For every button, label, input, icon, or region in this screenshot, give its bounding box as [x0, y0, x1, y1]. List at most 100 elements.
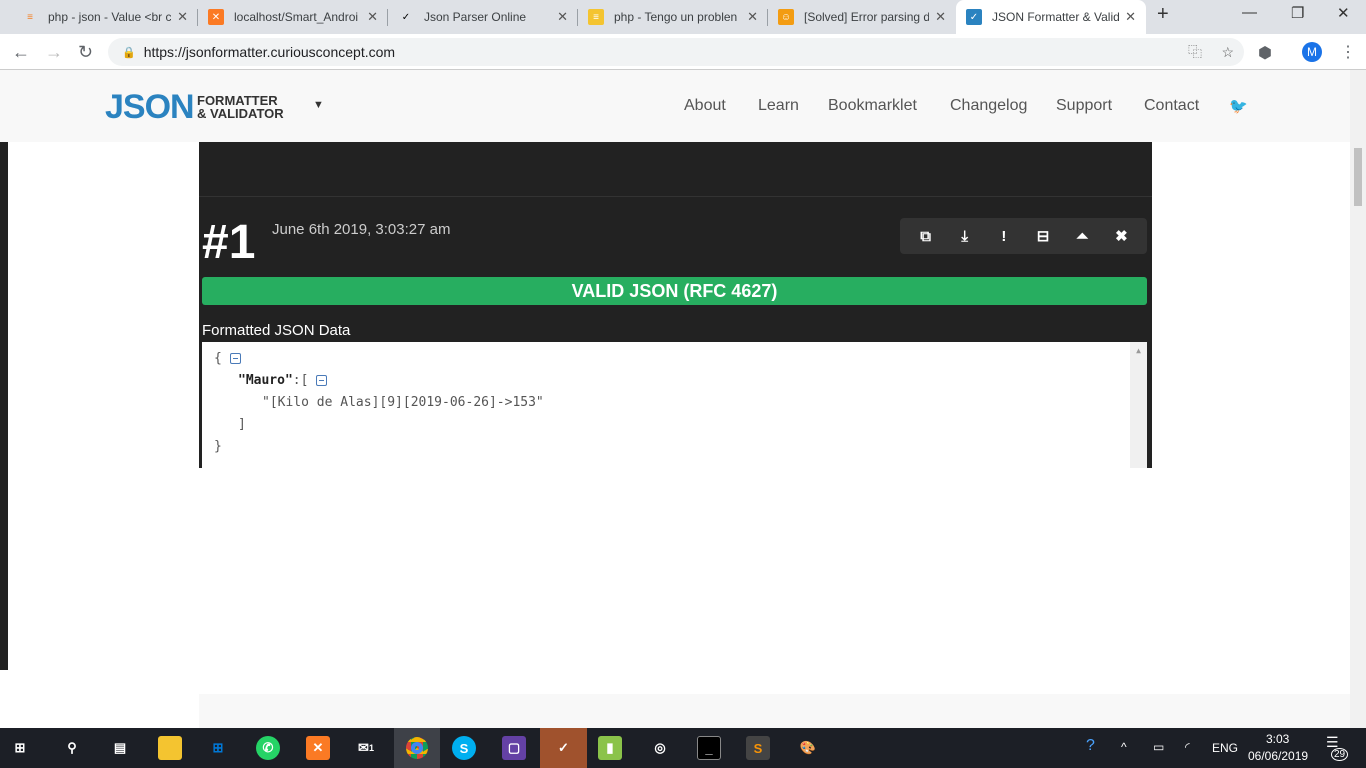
restore-button[interactable]: ❐ [1291, 4, 1304, 22]
stackoverflow-es-icon: ≡ [588, 9, 604, 25]
tab-json-formatter[interactable]: ✓ JSON Formatter & Valid ✕ [956, 0, 1146, 34]
tab-title: Json Parser Online [424, 10, 527, 24]
exclamation-icon[interactable]: ! [994, 228, 1014, 245]
nav-bookmarklet[interactable]: Bookmarklet [828, 97, 917, 115]
brace-close: } [214, 439, 222, 454]
footer-area [199, 694, 1350, 728]
nav-contact[interactable]: Contact [1144, 97, 1199, 115]
ad-placeholder [8, 145, 199, 670]
expand-up-icon[interactable]: ⏶ [1072, 228, 1092, 245]
file-explorer-icon[interactable] [158, 736, 182, 760]
forward-button[interactable]: → [45, 42, 63, 63]
notification-count: 29 [1331, 748, 1349, 761]
nav-changelog[interactable]: Changelog [950, 97, 1027, 115]
tab-json-parser[interactable]: ✓ Json Parser Online ✕ [388, 0, 578, 34]
lock-icon: 🔒 [122, 46, 136, 59]
tab-title: php - Tengo un problen [614, 10, 738, 24]
language-indicator[interactable]: ENG [1212, 741, 1238, 755]
store-icon[interactable]: ⊞ [206, 736, 230, 760]
logo[interactable]: JSON [105, 88, 195, 127]
android-studio-icon[interactable]: ✓ [540, 728, 587, 768]
clock-date[interactable]: 06/06/2019 [1248, 749, 1308, 763]
menu-kebab-icon[interactable]: ⋮ [1340, 42, 1356, 62]
formatted-label: Formatted JSON Data [202, 322, 351, 339]
tab-solved-error[interactable]: ☺ [Solved] Error parsing d ✕ [768, 0, 956, 34]
tab-localhost[interactable]: ✕ localhost/Smart_Androi ✕ [198, 0, 388, 34]
divider [199, 196, 1152, 197]
close-tab-icon[interactable]: ✕ [1125, 9, 1136, 25]
tab-title: localhost/Smart_Androi [234, 10, 359, 24]
reload-button[interactable]: ↻ [78, 42, 93, 63]
result-timestamp: June 6th 2019, 3:03:27 am [272, 221, 451, 238]
close-tab-icon[interactable]: ✕ [747, 9, 758, 25]
result-number: #1 [202, 216, 256, 269]
windows-start-icon[interactable]: ⊞ [8, 736, 32, 760]
tab-title: JSON Formatter & Valid [992, 10, 1120, 24]
json-viewer[interactable]: { "Mauro":[ "[Kilo de Alas][9][2019-06-2… [202, 342, 1147, 468]
collapse-toggle-icon[interactable] [316, 375, 328, 386]
xampp-icon: ✕ [208, 9, 224, 25]
close-tab-icon[interactable]: ✕ [557, 9, 568, 25]
help-icon[interactable]: ? [1086, 737, 1095, 755]
page-scrollbar[interactable] [1350, 70, 1366, 728]
chrome-icon[interactable] [394, 728, 440, 768]
twitch-icon[interactable]: ▢ [502, 736, 526, 760]
url-bar[interactable]: 🔒 https://jsonformatter.curiousconcept.c… [108, 38, 1244, 66]
tab-php-tengo[interactable]: ≡ php - Tengo un problen ✕ [578, 0, 768, 34]
tab-php-json[interactable]: ≡ php - json - Value <br c ✕ [12, 0, 198, 34]
checkbox-icon: ✓ [966, 9, 982, 25]
task-view-icon[interactable]: ▤ [108, 736, 132, 760]
bracket-close: ] [238, 417, 246, 432]
close-tab-icon[interactable]: ✕ [935, 9, 946, 25]
clock-time[interactable]: 3:03 [1266, 732, 1289, 746]
battery-icon[interactable]: ▭ [1153, 740, 1164, 754]
mail-icon[interactable]: ✉ 1 [354, 736, 378, 760]
davinci-icon[interactable]: ◎ [648, 736, 672, 760]
status-badge: VALID JSON (RFC 4627) [202, 277, 1147, 305]
bookmark-star-icon[interactable]: ☆ [1221, 44, 1234, 61]
nav-learn[interactable]: Learn [758, 97, 799, 115]
browser-tab-bar: ≡ php - json - Value <br c ✕ ✕ localhost/Sm… [0, 0, 1366, 34]
windows-taskbar: ⊞ ⚲ ▤ ⊞ ✆ ✕ ✉ 1 S ▢ ✓ ▮ ◎ _ S 🎨 ? ^ ▭ ◜ E… [0, 728, 1366, 768]
copy-icon[interactable]: ⧉ [916, 228, 936, 245]
tray-chevron-icon[interactable]: ^ [1121, 740, 1127, 754]
extension-cube-icon[interactable]: ⬢ [1258, 43, 1272, 63]
close-window-button[interactable]: ✕ [1337, 4, 1350, 22]
url-text: https://jsonformatter.curiousconcept.com [143, 44, 396, 60]
close-tab-icon[interactable]: ✕ [367, 9, 378, 25]
xampp-icon[interactable]: ✕ [306, 736, 330, 760]
collapse-icon[interactable]: ⊟ [1033, 227, 1053, 245]
json-punct: :[ [292, 373, 309, 388]
sublime-icon[interactable]: S [746, 736, 770, 760]
new-tab-button[interactable]: + [1157, 3, 1169, 26]
minimize-button[interactable]: — [1242, 4, 1257, 21]
terminal-icon[interactable]: _ [697, 736, 721, 760]
download-icon[interactable]: ⤓ [955, 228, 975, 245]
wifi-icon[interactable]: ◜ [1185, 740, 1190, 754]
close-tab-icon[interactable]: ✕ [177, 9, 188, 25]
scrollbar-thumb[interactable] [1354, 148, 1362, 206]
twitter-icon[interactable]: 🐦 [1229, 97, 1248, 115]
nav-about[interactable]: About [684, 97, 726, 115]
result-toolbar: ⧉ ⤓ ! ⊟ ⏶ ✖ [900, 218, 1147, 254]
app-icon[interactable]: ▮ [598, 736, 622, 760]
skype-icon[interactable]: S [452, 736, 476, 760]
translate-icon[interactable]: ⿻ [1188, 42, 1202, 62]
nav-support[interactable]: Support [1056, 97, 1112, 115]
site-header: JSON FORMATTER & VALIDATOR ▼ About Learn … [0, 70, 1350, 142]
profile-avatar[interactable]: M [1302, 42, 1322, 62]
collapse-toggle-icon[interactable] [229, 353, 241, 364]
caret-down-icon[interactable]: ▼ [313, 99, 324, 111]
whatsapp-icon[interactable]: ✆ [256, 736, 280, 760]
back-button[interactable]: ← [12, 42, 30, 63]
stackoverflow-icon: ≡ [27, 11, 33, 23]
logo-subtitle: FORMATTER & VALIDATOR [197, 94, 284, 120]
tab-title: [Solved] Error parsing d [804, 10, 930, 24]
json-value: "[Kilo de Alas][9][2019-06-26]->153" [262, 395, 544, 410]
json-check-icon: ✓ [401, 11, 411, 23]
code-scrollbar[interactable]: ▲ [1130, 342, 1147, 468]
close-icon[interactable]: ✖ [1111, 227, 1131, 245]
brace-open: { [214, 351, 222, 366]
search-icon[interactable]: ⚲ [60, 736, 84, 760]
paint-icon[interactable]: 🎨 [796, 736, 820, 760]
